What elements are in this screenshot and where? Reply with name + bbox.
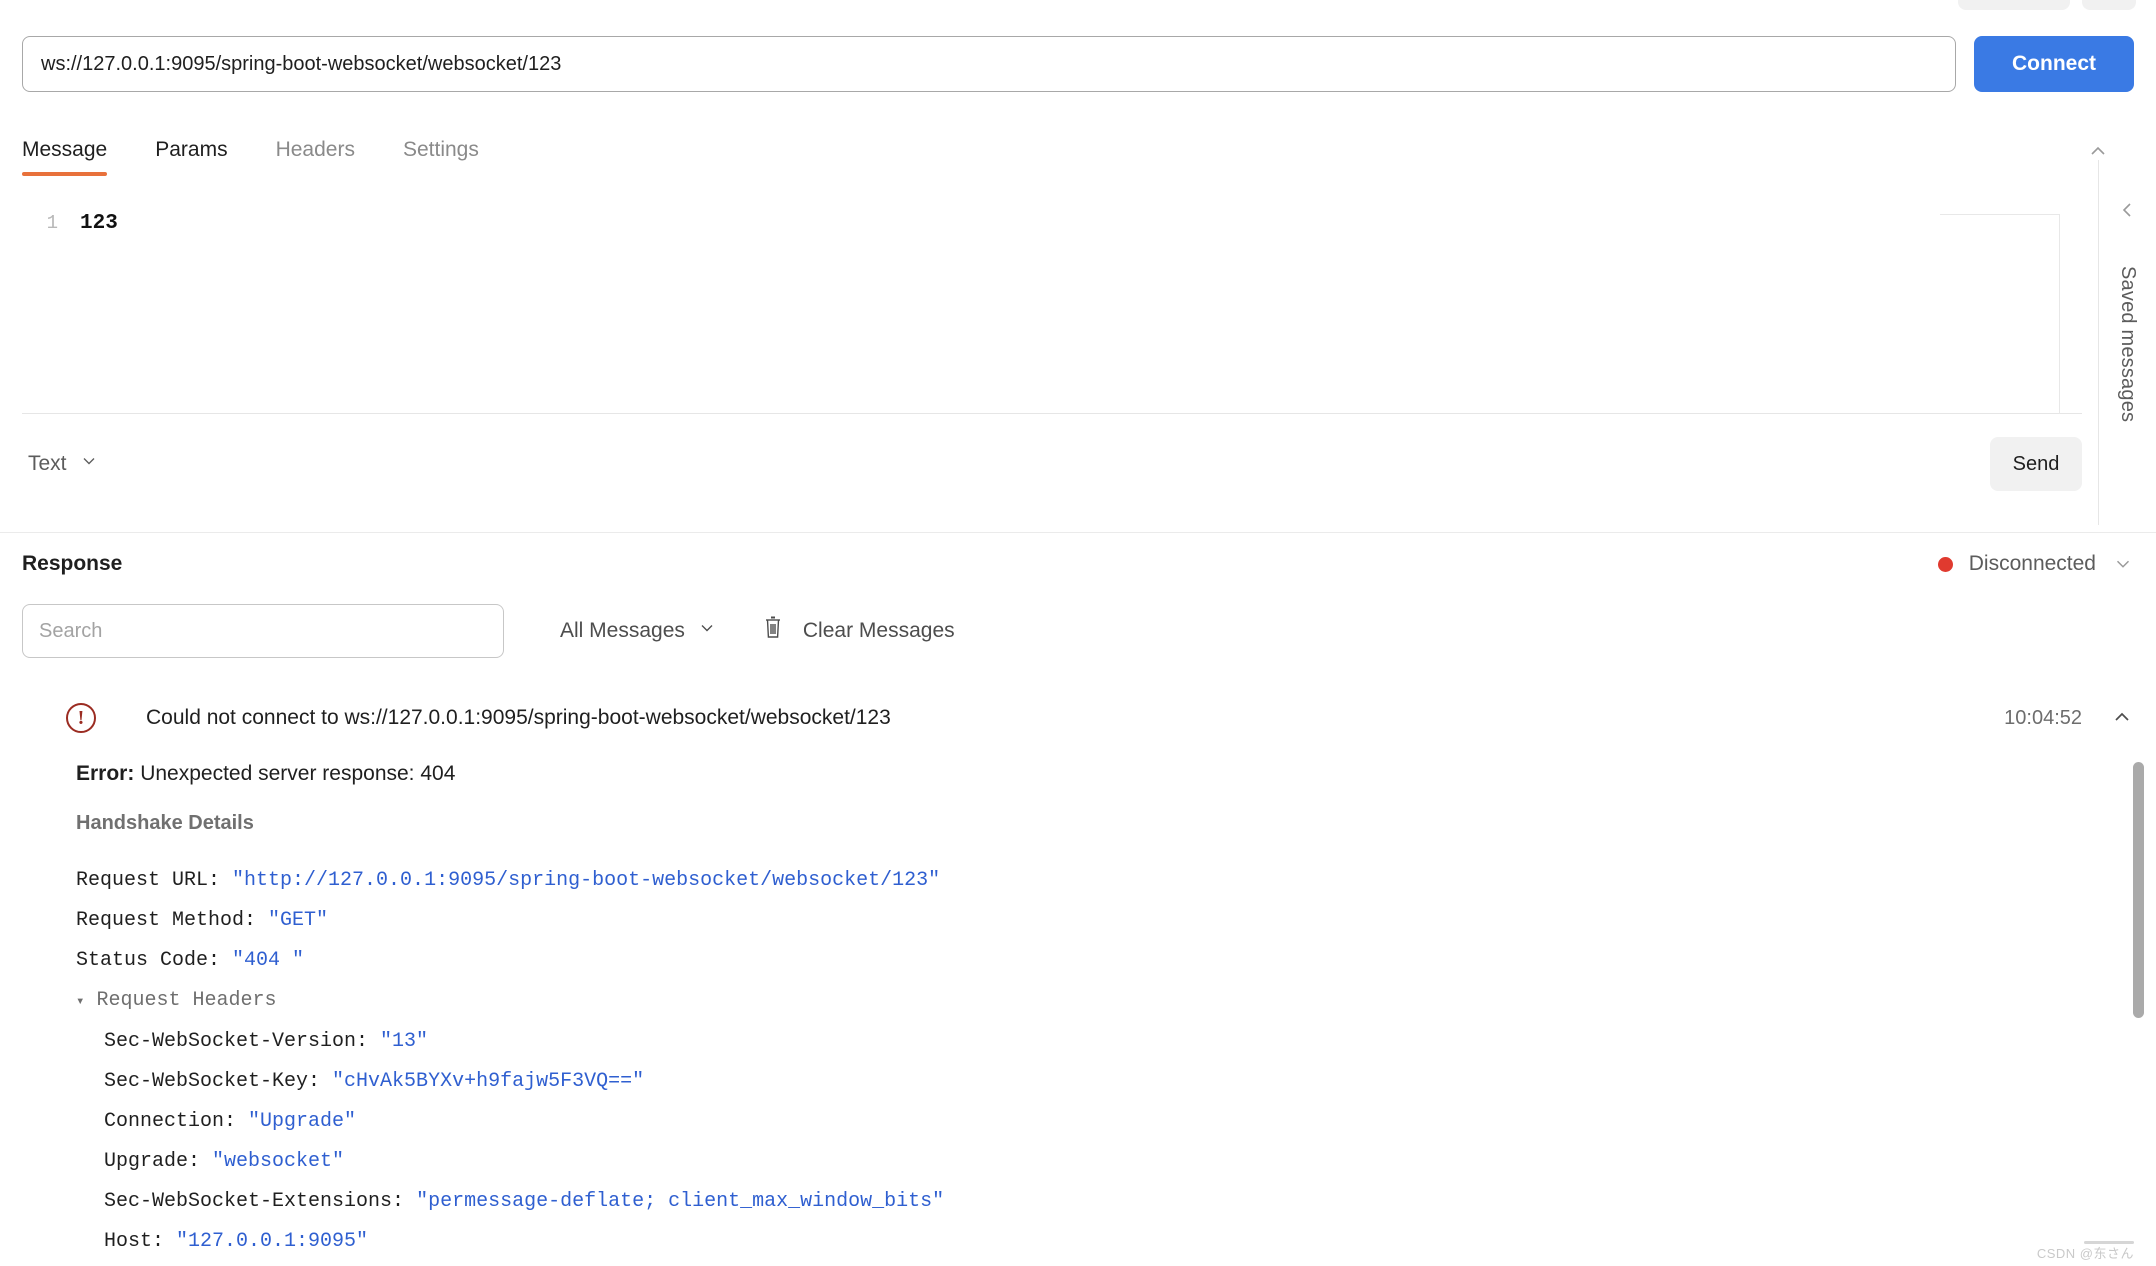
request-headers-group-toggle[interactable]: ▾ Request Headers [76,981,2134,1022]
header-row: Connection: "Upgrade" [76,1102,2134,1142]
chevron-down-icon [697,618,717,644]
error-icon: ! [66,703,96,733]
send-button[interactable]: Send [1990,437,2082,491]
connection-status: Disconnected [1937,552,2134,576]
websocket-client-app: Connect Message Params Headers Settings … [0,0,2156,1266]
header-value: "Upgrade" [248,1110,357,1133]
editor-right-rule [2059,214,2060,414]
response-message-entry: ! Could not connect to ws://127.0.0.1:90… [22,690,2134,1262]
watermark: CSDN @东さん [2036,1246,2134,1261]
connection-bar: Connect [22,36,2134,92]
search-input[interactable] [22,604,504,658]
detail-row: Request Method: "GET" [76,901,2134,941]
clear-messages-button[interactable]: Clear Messages [761,615,955,647]
line-number: 1 [46,212,58,234]
response-divider [0,532,2156,533]
response-header: Response Disconnected [22,552,2134,576]
chevron-down-icon[interactable] [2112,553,2134,575]
header-key: Host: [104,1230,177,1253]
saved-messages-rail: Saved messages [2098,160,2156,525]
chevron-up-icon[interactable] [2110,706,2134,730]
trash-icon [761,615,785,647]
detail-row: Status Code: "404 " [76,941,2134,981]
header-row: Sec-WebSocket-Version: "13" [76,1022,2134,1062]
request-tabs: Message Params Headers Settings [22,138,2134,176]
response-title: Response [22,552,123,575]
message-filter-select[interactable]: All Messages [560,618,717,644]
bottom-fade [22,1252,2096,1266]
header-row: Sec-WebSocket-Extensions: "permessage-de… [76,1182,2134,1222]
header-value: "13" [380,1030,429,1053]
message-header-row[interactable]: ! Could not connect to ws://127.0.0.1:90… [22,690,2134,746]
triangle-down-icon: ▾ [76,994,85,1010]
message-type-label: Text [28,452,67,475]
editor-top-rule [1940,214,2060,215]
status-dot-icon [1937,556,1953,572]
request-headers-label: Request Headers [96,989,277,1012]
header-row: Sec-WebSocket-Key: "cHvAk5BYXv+h9fajw5F3… [76,1062,2134,1102]
header-value: "websocket" [212,1150,345,1173]
top-cutoff-chips [1958,0,2136,10]
header-row: Upgrade: "websocket" [76,1142,2134,1182]
send-bar: Text Send [22,422,2082,506]
detail-value: "404 " [232,949,305,972]
response-toolbar: All Messages Clear Messages [22,604,2134,658]
message-summary: Could not connect to ws://127.0.0.1:9095… [146,706,891,729]
editor-line: 1 123 [22,192,2082,235]
tab-settings[interactable]: Settings [403,138,479,176]
websocket-url-input[interactable] [22,36,1956,92]
message-editor[interactable]: 1 123 [22,192,2082,414]
tab-params[interactable]: Params [155,138,227,176]
chevron-down-icon [79,451,99,477]
error-label: Error: [76,762,135,785]
message-filter-label: All Messages [560,619,685,642]
error-text: Unexpected server response: 404 [140,762,456,785]
header-key: Sec-WebSocket-Key: [104,1070,333,1093]
top-cutoff-chip-1 [1958,0,2070,10]
tab-message[interactable]: Message [22,138,108,176]
detail-row: Request URL: "http://127.0.0.1:9095/spri… [76,861,2134,901]
clear-messages-label: Clear Messages [802,619,955,642]
connect-button[interactable]: Connect [1974,36,2134,92]
detail-value: "http://127.0.0.1:9095/spring-boot-webso… [232,869,941,892]
header-value: "127.0.0.1:9095" [176,1230,369,1253]
header-key: Connection: [104,1110,249,1133]
header-key: Upgrade: [104,1150,213,1173]
detail-key: Request Method: [76,909,269,932]
detail-key: Status Code: [76,949,233,972]
header-value: "permessage-deflate; client_max_window_b… [416,1190,945,1213]
message-type-select[interactable]: Text [22,445,105,483]
status-badge: Disconnected [1968,552,2096,575]
detail-value: "GET" [268,909,329,932]
error-line: Error: Unexpected server response: 404 [76,762,2134,786]
chevron-left-icon[interactable] [2116,198,2140,226]
tab-headers[interactable]: Headers [276,138,355,176]
editor-content[interactable]: 123 [80,212,118,235]
response-scrollbar[interactable] [2133,762,2144,1018]
header-value: "cHvAk5BYXv+h9fajw5F3VQ==" [332,1070,645,1093]
header-key: Sec-WebSocket-Extensions: [104,1190,417,1213]
top-cutoff-chip-2 [2082,0,2136,10]
header-key: Sec-WebSocket-Version: [104,1030,381,1053]
message-body: Error: Unexpected server response: 404 H… [22,746,2134,1262]
message-timestamp: 10:04:52 [2004,706,2082,729]
saved-messages-label[interactable]: Saved messages [2116,266,2139,422]
detail-key: Request URL: [76,869,233,892]
handshake-details-title: Handshake Details [76,812,254,834]
